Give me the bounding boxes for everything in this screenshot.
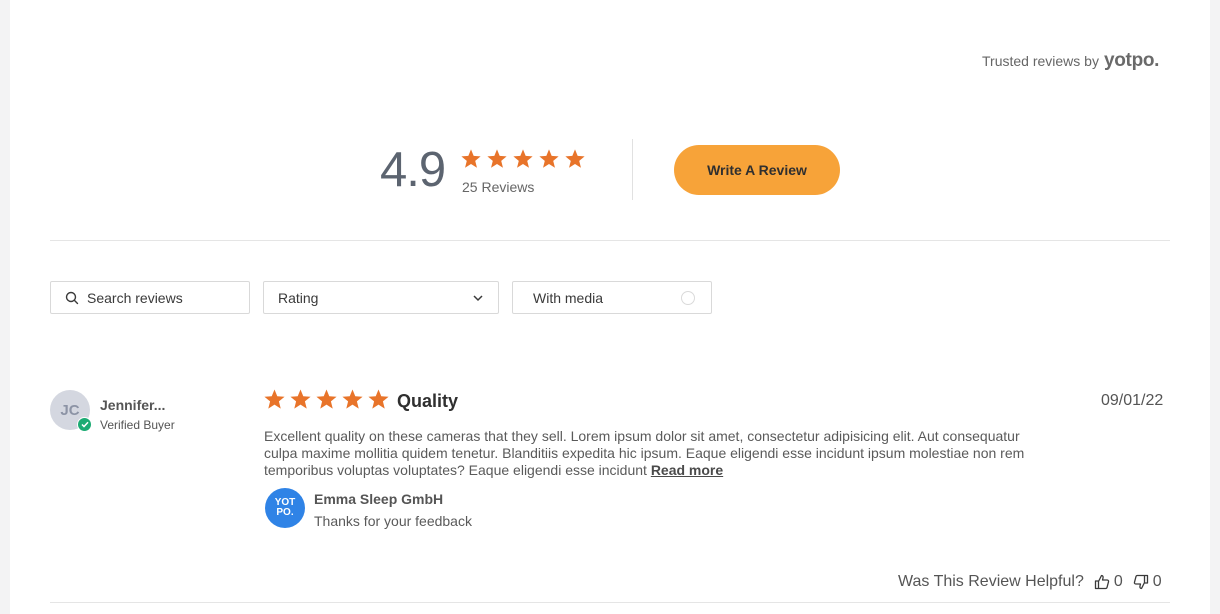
read-more-link[interactable]: Read more xyxy=(651,462,723,478)
average-rating: 4.9 xyxy=(380,143,446,197)
thumbs-up-button[interactable]: 0 xyxy=(1094,573,1123,591)
star-icon xyxy=(539,149,559,168)
with-media-label: With media xyxy=(533,289,604,306)
review-body: Excellent quality on these cameras that … xyxy=(264,428,1054,479)
star-icon xyxy=(368,389,389,409)
summary-divider xyxy=(632,139,633,200)
star-icon xyxy=(487,149,507,168)
search-icon xyxy=(65,291,79,304)
with-media-filter[interactable]: With media xyxy=(512,281,712,314)
star-icon xyxy=(513,149,533,168)
reviews-widget: Trusted reviews by yotpo. 4.9 25 Reviews… xyxy=(10,0,1210,614)
star-icon xyxy=(316,389,337,409)
search-input[interactable]: Search reviews xyxy=(50,281,250,314)
review-title: Quality xyxy=(397,391,459,411)
verified-check-icon xyxy=(77,417,92,432)
helpful-section: Was This Review Helpful? 0 0 xyxy=(898,573,1162,591)
verified-buyer-label: Verified Buyer xyxy=(100,418,175,432)
thumbs-down-button[interactable]: 0 xyxy=(1133,573,1162,591)
trusted-by: Trusted reviews by yotpo. xyxy=(982,50,1159,72)
store-reply-text: Thanks for your feedback xyxy=(314,513,472,529)
thumbs-up-count: 0 xyxy=(1113,573,1123,590)
rating-label: Rating xyxy=(278,289,319,306)
thumbs-up-icon xyxy=(1094,574,1110,590)
thumbs-down-icon xyxy=(1133,574,1148,590)
summary-stars xyxy=(460,148,586,170)
divider xyxy=(50,240,1170,241)
review-divider xyxy=(50,602,1170,603)
store-logo-line2: PO. xyxy=(276,507,294,518)
star-icon xyxy=(264,389,285,409)
store-reply-logo: YOT PO. xyxy=(265,488,305,528)
star-icon xyxy=(461,149,481,168)
thumbs-down-count: 0 xyxy=(1152,573,1162,590)
star-icon xyxy=(290,389,311,409)
review-text: Excellent quality on these cameras that … xyxy=(264,428,1025,478)
with-media-radio[interactable] xyxy=(681,290,695,305)
yotpo-logo[interactable]: yotpo. xyxy=(1104,50,1160,72)
review-date: 09/01/22 xyxy=(1101,392,1164,409)
trusted-text: Trusted reviews by xyxy=(982,53,1099,69)
write-review-button[interactable]: Write A Review xyxy=(674,145,840,195)
star-icon xyxy=(565,149,585,168)
store-reply-name: Emma Sleep GmbH xyxy=(314,491,444,507)
helpful-question: Was This Review Helpful? xyxy=(898,573,1084,590)
review-stars xyxy=(263,388,390,411)
review-count: 25 Reviews xyxy=(462,179,535,195)
rating-dropdown[interactable]: Rating xyxy=(263,281,499,314)
search-placeholder: Search reviews xyxy=(87,289,183,306)
reviewer-name: Jennifer... xyxy=(100,397,166,413)
star-icon xyxy=(342,389,363,409)
chevron-down-icon xyxy=(473,294,483,301)
